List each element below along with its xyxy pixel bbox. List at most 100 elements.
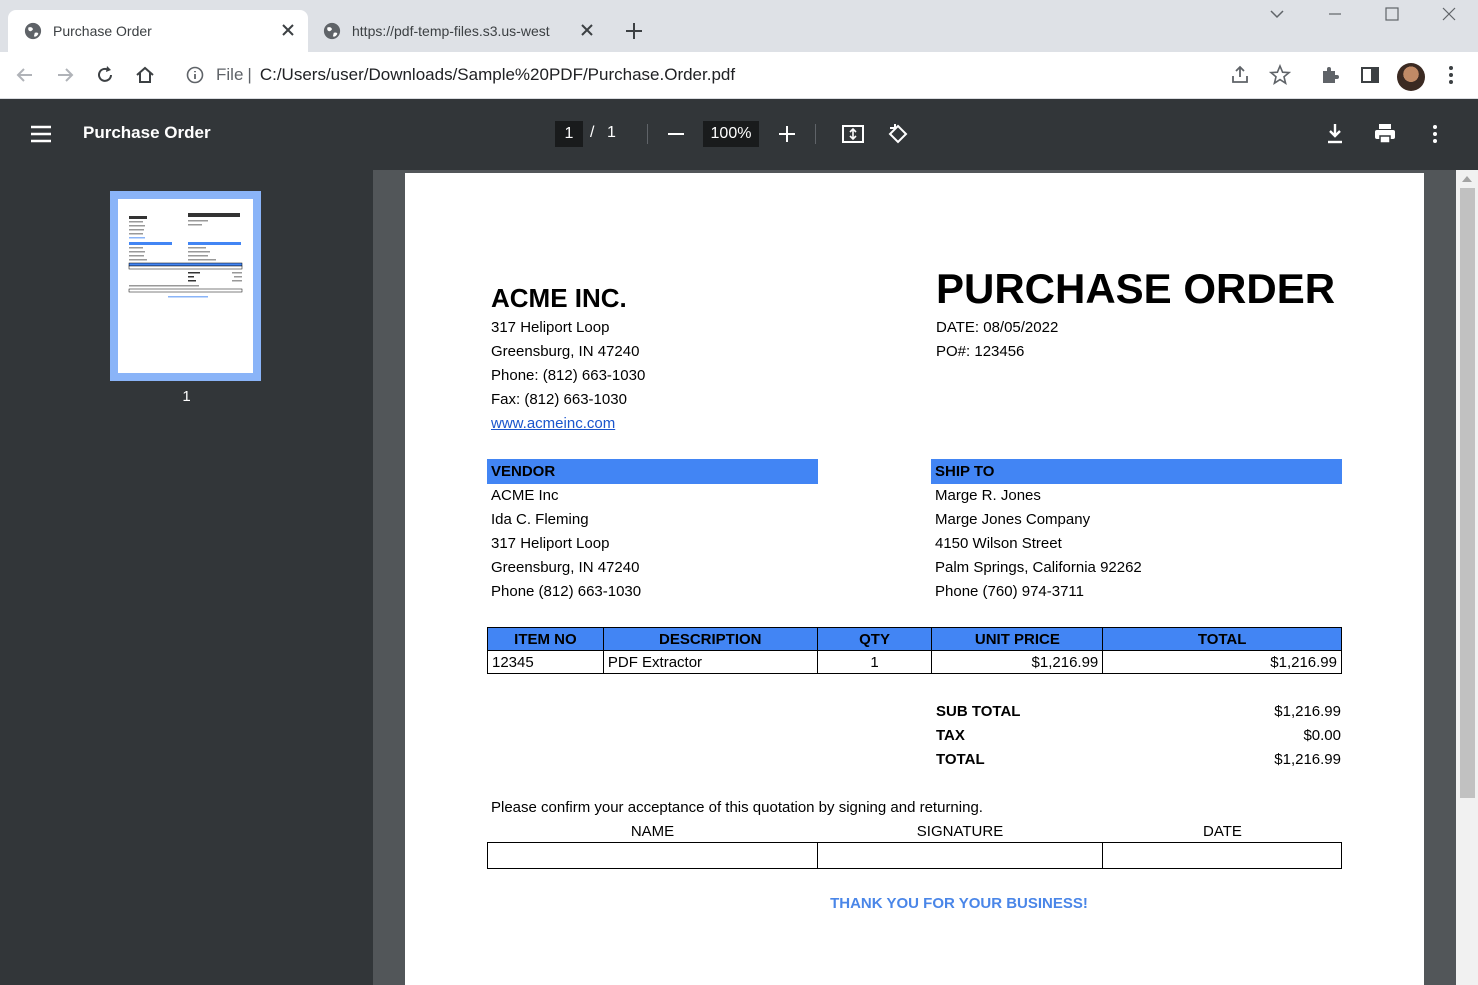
company-address-line: 317 Heliport Loop <box>491 319 610 336</box>
profile-avatar[interactable] <box>1397 63 1425 91</box>
company-name: ACME INC. <box>491 283 627 313</box>
page-thumbnail[interactable] <box>110 191 261 381</box>
fit-page-icon[interactable] <box>841 122 865 146</box>
scrollbar-thumb[interactable] <box>1460 188 1475 798</box>
vendor-line: 317 Heliport Loop <box>491 535 610 552</box>
reload-icon[interactable] <box>94 64 116 86</box>
browser-menu-icon[interactable] <box>1440 64 1462 86</box>
thumbnail-preview <box>128 213 243 298</box>
tab-search-chevron-icon[interactable] <box>1267 4 1287 24</box>
scroll-up-arrow-icon[interactable] <box>1462 176 1472 182</box>
forward-icon[interactable] <box>54 64 76 86</box>
thank-you-message: THANK YOU FOR YOUR BUSINESS! <box>830 895 1088 912</box>
hamburger-menu-icon[interactable] <box>29 122 53 146</box>
page-separator: / <box>590 124 595 141</box>
vertical-scrollbar[interactable] <box>1456 170 1478 985</box>
document-title: PURCHASE ORDER <box>936 265 1336 312</box>
zoom-in-icon[interactable] <box>775 122 799 146</box>
document-viewport: ACME INC. 317 Heliport Loop Greensburg, … <box>373 170 1478 985</box>
ship-to-header: SHIP TO <box>935 463 995 480</box>
vendor-line: Phone (812) 663-1030 <box>491 583 642 600</box>
toolbar-divider <box>815 124 816 144</box>
items-table: ITEM NO DESCRIPTION QTY UNIT PRICE TOTAL… <box>487 627 1342 674</box>
ship-to-line: Phone (760) 974-3711 <box>935 583 1085 600</box>
browser-toolbar: File | C:/Users/user/Downloads/Sample%20… <box>0 52 1478 99</box>
column-header: UNIT PRICE <box>931 627 1104 651</box>
toolbar-divider <box>647 124 648 144</box>
company-website-link[interactable]: www.acmeinc.com <box>491 415 615 432</box>
ship-to-header-bar: SHIP TO <box>931 459 1342 484</box>
column-header: DESCRIPTION <box>602 627 818 651</box>
info-icon[interactable] <box>186 66 204 84</box>
address-bar[interactable]: File | C:/Users/user/Downloads/Sample%20… <box>176 58 1216 92</box>
side-panel-icon[interactable] <box>1359 64 1381 86</box>
rotate-icon[interactable] <box>886 122 910 146</box>
po-date: DATE: 08/05/2022 <box>936 319 1059 336</box>
bookmark-star-icon[interactable] <box>1269 64 1291 86</box>
tab-title: Purchase Order <box>53 23 152 39</box>
signature-row <box>487 842 1342 869</box>
qty-cell: 1 <box>816 650 933 674</box>
table-header-row: ITEM NO DESCRIPTION QTY UNIT PRICE TOTAL <box>487 627 1342 651</box>
home-icon[interactable] <box>134 64 156 86</box>
tab-strip: Purchase Order https://pdf-temp-files.s3… <box>0 0 1478 52</box>
confirmation-text: Please confirm your acceptance of this q… <box>491 799 983 816</box>
thumbnail-page <box>118 199 253 373</box>
table-row: 12345 PDF Extractor 1 $1,216.99 $1,216.9… <box>487 650 1342 674</box>
back-icon[interactable] <box>14 64 36 86</box>
print-icon[interactable] <box>1373 122 1397 146</box>
tab-purchase-order[interactable]: Purchase Order <box>8 10 308 52</box>
subtotal-label: SUB TOTAL <box>936 703 1021 720</box>
extensions-puzzle-icon[interactable] <box>1319 64 1341 86</box>
zoom-out-icon[interactable] <box>664 122 688 146</box>
zoom-level-input[interactable]: 100% <box>703 121 759 147</box>
company-fax: Fax: (812) 663-1030 <box>491 391 627 408</box>
download-icon[interactable] <box>1323 122 1347 146</box>
unit-price-cell: $1,216.99 <box>931 650 1104 674</box>
sign-name-cell <box>487 842 818 869</box>
page-number-input[interactable]: 1 <box>555 121 583 147</box>
tab-title: https://pdf-temp-files.s3.us-west <box>352 23 550 39</box>
ship-to-line: 4150 Wilson Street <box>935 535 1062 552</box>
tax-label: TAX <box>936 727 965 744</box>
sign-signature-header: SIGNATURE <box>916 823 1004 840</box>
pdf-page: ACME INC. 317 Heliport Loop Greensburg, … <box>405 173 1424 985</box>
close-tab-icon[interactable] <box>280 22 296 38</box>
column-header: QTY <box>816 627 933 651</box>
total-label: TOTAL <box>936 751 985 768</box>
more-options-icon[interactable] <box>1423 122 1447 146</box>
po-number: PO#: 123456 <box>936 343 1025 360</box>
thumbnail-page-number: 1 <box>182 388 191 405</box>
item-no-cell: 12345 <box>487 650 604 674</box>
sign-date-header: DATE <box>1203 823 1242 840</box>
globe-icon <box>24 22 42 40</box>
ship-to-line: Marge Jones Company <box>935 511 1091 528</box>
sign-name-header: NAME <box>630 823 675 840</box>
scheme-separator: | <box>247 65 252 84</box>
vendor-header: VENDOR <box>491 463 556 480</box>
tab-s3-url[interactable]: https://pdf-temp-files.s3.us-west <box>307 10 607 52</box>
vendor-line: ACME Inc <box>491 487 559 504</box>
pdf-toolbar: Purchase Order 1 / 1 100% <box>0 99 1478 170</box>
column-header: TOTAL <box>1102 627 1342 651</box>
close-window-icon[interactable] <box>1439 4 1459 24</box>
maximize-icon[interactable] <box>1382 4 1402 24</box>
sign-signature-cell <box>816 842 1104 869</box>
new-tab-icon[interactable] <box>624 21 644 41</box>
ship-to-line: Marge R. Jones <box>935 487 1041 504</box>
company-address-line: Greensburg, IN 47240 <box>491 343 640 360</box>
signature-table <box>487 842 1342 869</box>
company-phone: Phone: (812) 663-1030 <box>491 367 646 384</box>
description-cell: PDF Extractor <box>602 650 818 674</box>
close-tab-icon[interactable] <box>579 22 595 38</box>
subtotal-value: $1,216.99 <box>1274 703 1341 720</box>
vendor-header-bar: VENDOR <box>487 459 818 484</box>
globe-icon <box>323 22 341 40</box>
page-total: 1 <box>607 124 616 141</box>
minimize-icon[interactable] <box>1325 4 1345 24</box>
pdf-title: Purchase Order <box>83 123 211 142</box>
share-icon[interactable] <box>1229 64 1251 86</box>
scheme-label: File <box>216 65 244 84</box>
sign-date-cell <box>1102 842 1342 869</box>
total-cell: $1,216.99 <box>1102 650 1342 674</box>
